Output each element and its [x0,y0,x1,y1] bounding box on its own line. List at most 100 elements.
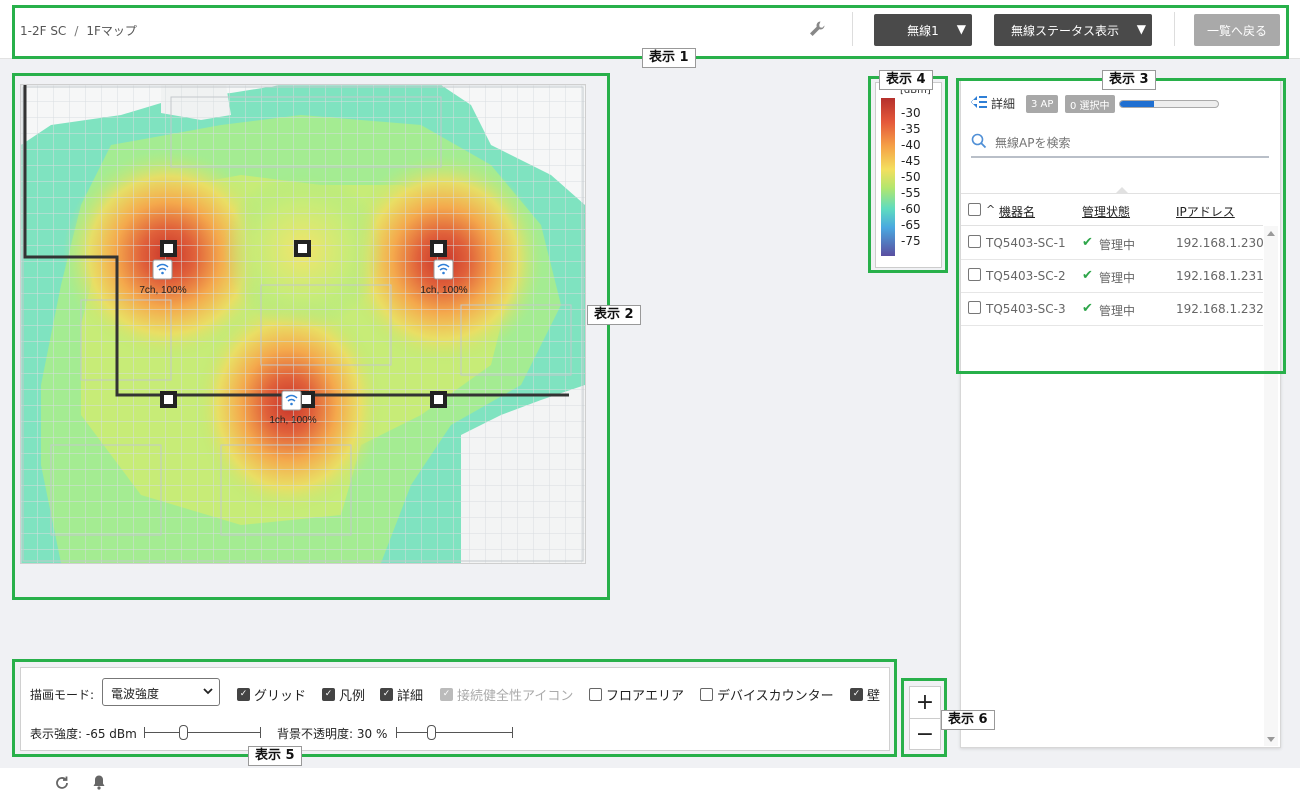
checkmark-icon: ✔ [1082,301,1093,316]
toolbar-divider [1174,12,1175,46]
ap-list-panel: 詳細 3 AP 0 選択中 ^ 機器名 管理状態 IPアドレス TQ5403-S… [960,80,1281,748]
slider-tick [260,727,261,738]
wrench-icon[interactable] [808,20,826,38]
row-ip: 192.168.1.230 [1176,236,1264,250]
breadcrumb: 1-2F SC / 1Fマップ [20,22,137,39]
heatmap-floor-map[interactable]: 7ch, 100% 1ch, 100% 1ch, 100% [20,84,586,564]
scroll-up-icon[interactable] [1267,231,1275,236]
checkmark-icon: ✔ [1082,268,1093,283]
legend-scale: -30 -35 -40 -45 -50 -55 -60 -65 -75 [901,105,921,249]
signal-legend: [dBm] -30 -35 -40 -45 -50 -55 -60 -65 -7… [875,82,942,268]
legend-gradient-bar [881,98,895,256]
checkbox-unchecked-icon [700,688,713,701]
search-icon [971,133,987,152]
radio-select-dropdown[interactable]: 無線1 ▼ [874,14,972,46]
legend-label: 凡例 [339,689,366,704]
strength-slider-handle[interactable] [179,725,188,740]
row-device-name: TQ5403-SC-1 [986,236,1066,250]
refresh-icon[interactable] [54,775,70,794]
checkbox-checked-icon: ✓ [380,688,393,701]
selected-count-badge: 0 選択中 [1065,95,1115,113]
legend-value: -35 [901,122,921,136]
device-counter-label: デバイスカウンター [717,689,834,704]
wall-checkbox[interactable]: ✓ 壁 [850,685,880,704]
ap-label: 1ch, 100% [269,415,316,426]
strength-label: 表示強度: -65 dBm [30,727,137,741]
slider-tick [396,727,397,738]
row-checkbox[interactable] [968,268,981,281]
draw-mode-select[interactable]: 電波強度 [102,678,220,706]
zoom-in-button[interactable]: + [910,687,940,719]
checkbox-checked-icon: ✓ [440,688,453,701]
search-underline [971,156,1269,158]
strength-slider[interactable] [144,725,261,740]
header-divider-top [961,193,1280,194]
annotation-label-6: 表示 6 [941,710,995,730]
bell-icon[interactable] [92,774,106,793]
grid-label: グリッド [254,689,307,704]
opacity-slider[interactable] [396,725,513,740]
checkbox-checked-icon: ✓ [322,688,335,701]
search-box[interactable] [971,133,1269,152]
floor-area-checkbox[interactable]: フロアエリア [589,685,684,704]
legend-value: -45 [901,154,921,168]
sort-asc-icon: ^ [986,203,996,216]
details-toggle[interactable]: 詳細 [971,95,1015,112]
back-to-list-button[interactable]: 一覧へ戻る [1194,14,1280,46]
table-scrollbar[interactable] [1264,226,1278,746]
health-icon-checkbox: ✓ 接続健全性アイコン [440,685,573,704]
row-status: 管理中 [1099,304,1136,318]
column-ip-address[interactable]: IPアドレス [1176,203,1235,220]
legend-value: -65 [901,218,921,232]
breadcrumb-map: 1Fマップ [86,24,137,38]
access-point-marker[interactable] [433,259,454,280]
zoom-control: + − [909,686,941,750]
zoom-out-button[interactable]: − [910,719,940,750]
row-device-name: TQ5403-SC-3 [986,302,1066,316]
status-display-label: 無線ステータス表示 [1010,23,1119,38]
ap-count-badge: 3 AP [1026,95,1059,113]
opacity-label: 背景不透明度: 30 % [277,727,388,741]
draw-mode-label: 描画モード: [30,688,95,702]
row-checkbox[interactable] [968,301,981,314]
details-label: 詳細 [991,97,1016,111]
draw-mode-value: 電波強度 [111,687,160,701]
annotation-label-4: 表示 4 [879,70,933,90]
access-point-marker[interactable] [152,259,173,280]
legend-value: -55 [901,186,921,200]
access-point-marker[interactable] [281,390,302,411]
details-checkbox[interactable]: ✓ 詳細 [380,685,423,704]
breadcrumb-site[interactable]: 1-2F SC [20,24,66,38]
table-row[interactable]: TQ5403-SC-1 ✔ 管理中 192.168.1.230 [961,226,1264,260]
checkbox-checked-icon: ✓ [850,688,863,701]
ap-label: 1ch, 100% [420,285,467,296]
toolbar-divider [852,12,853,46]
select-all-checkbox[interactable] [968,203,981,216]
column-device-name[interactable]: 機器名 [999,203,1035,220]
ap-label: 7ch, 100% [139,285,186,296]
column-management-status[interactable]: 管理状態 [1082,203,1130,220]
grid-checkbox[interactable]: ✓ グリッド [237,685,306,704]
search-input[interactable] [993,134,1257,151]
table-row[interactable]: TQ5403-SC-3 ✔ 管理中 192.168.1.232 [961,292,1264,326]
collapse-arrow-icon [971,95,987,112]
annotation-label-2: 表示 2 [587,305,641,325]
details-label: 詳細 [397,689,424,704]
legend-checkbox[interactable]: ✓ 凡例 [322,685,365,704]
slider-tick [512,727,513,738]
device-counter-checkbox[interactable]: デバイスカウンター [700,685,834,704]
legend-value: -40 [901,138,921,152]
legend-value: -75 [901,234,921,248]
table-row[interactable]: TQ5403-SC-2 ✔ 管理中 192.168.1.231 [961,259,1264,293]
caret-down-icon: ▼ [956,22,966,36]
checkbox-unchecked-icon [589,688,602,701]
scroll-down-icon[interactable] [1267,737,1275,742]
bottom-bar [0,768,1300,799]
pointer-notch [1116,187,1128,193]
legend-value: -50 [901,170,921,184]
row-checkbox[interactable] [968,235,981,248]
status-display-dropdown[interactable]: 無線ステータス表示 ▼ [994,14,1152,46]
progress-fill [1120,101,1155,107]
opacity-slider-handle[interactable] [427,725,436,740]
row-device-name: TQ5403-SC-2 [986,269,1066,283]
